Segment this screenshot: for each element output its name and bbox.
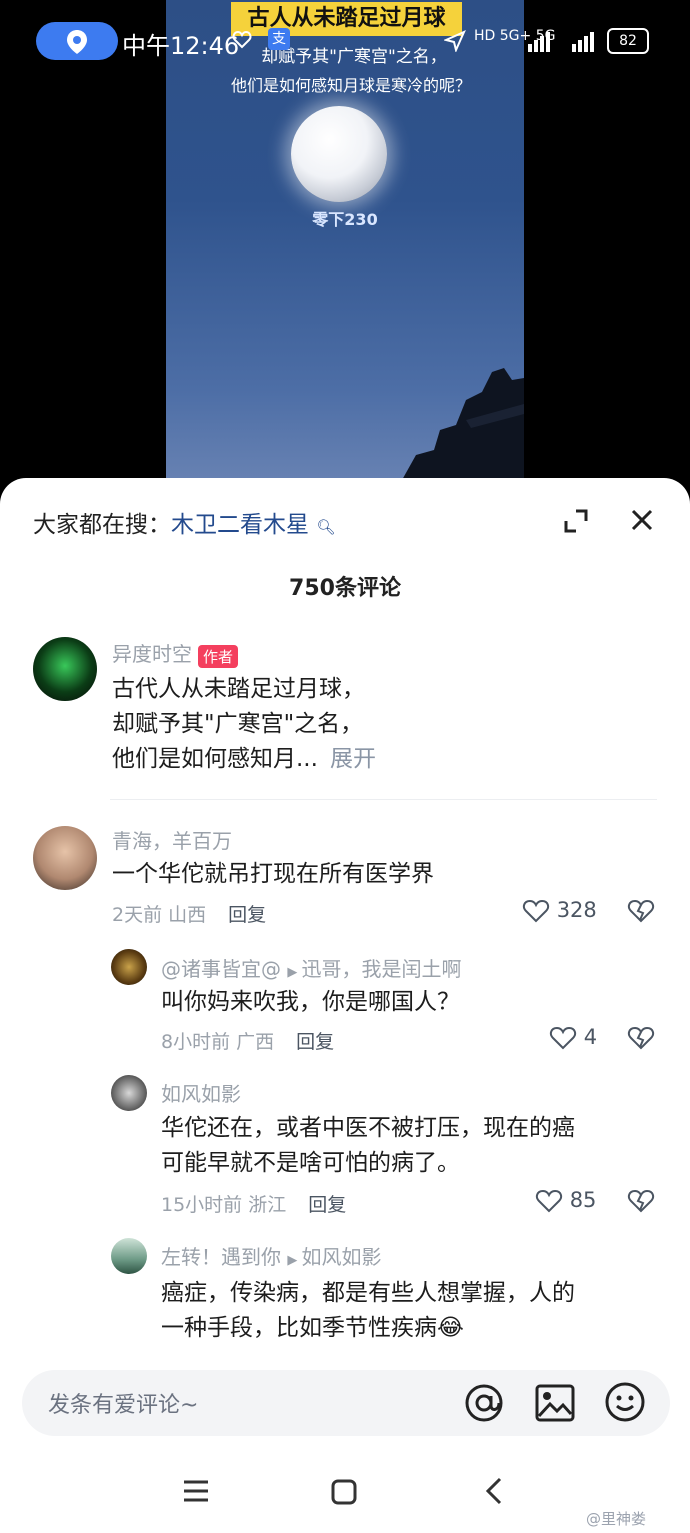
search-icon: 🔍︎ — [316, 518, 336, 536]
reply-line: 可能早就不是啥可怕的病了。 — [161, 1150, 460, 1176]
status-time: 中午12:46 — [122, 32, 240, 60]
comment-username[interactable]: 青海，羊百万 — [112, 825, 232, 854]
avatar[interactable] — [111, 1075, 147, 1111]
fullscreen-icon[interactable] — [563, 508, 589, 534]
comment-line: 古代人从未踏足过月球， — [112, 676, 365, 702]
broken-heart-icon — [627, 1026, 655, 1050]
avatar[interactable] — [111, 1238, 147, 1274]
like-count: 85 — [569, 1188, 597, 1212]
reply-text: 华佗还在，或者中医不被打压，现在的癌 可能早就不是啥可怕的病了。 — [161, 1111, 661, 1181]
dislike-button[interactable] — [626, 1025, 656, 1055]
send-status-icon — [442, 30, 466, 56]
comment-line: 却赋予其"广寒宫"之名， — [112, 711, 364, 737]
avatar[interactable] — [33, 637, 97, 701]
video-subtitle-2: 他们是如何感知月球是寒冷的呢？ — [230, 76, 471, 95]
video-headline: 古人从未踏足过月球 — [231, 2, 462, 36]
reply-text: 癌症，传染病，都是有些人想掌握，人的 一种手段，比如季节性疾病😂 — [161, 1276, 661, 1346]
reply-time-location: 15小时前 浙江 — [161, 1194, 287, 1216]
dislike-button[interactable] — [626, 898, 656, 928]
reply-username[interactable]: @诸事皆宜@ — [161, 957, 281, 981]
heart-icon — [549, 1026, 577, 1050]
like-button[interactable]: 4 — [549, 1025, 597, 1051]
reply-header: @诸事皆宜@ ▶ 迅哥，我是闰土啊 — [161, 953, 462, 982]
image-icon[interactable] — [535, 1384, 575, 1426]
reply-button[interactable]: 回复 — [308, 1194, 346, 1216]
moon-image — [291, 106, 387, 202]
expand-link[interactable]: 展开 — [330, 746, 376, 772]
comment-input-placeholder: 发条有爱评论~ — [48, 1393, 199, 1418]
close-icon[interactable] — [628, 506, 656, 534]
like-button[interactable]: 85 — [535, 1188, 596, 1214]
trending-search-term[interactable]: 木卫二看木星 — [171, 512, 309, 538]
comment-text: 一个华佗就吊打现在所有医学界 — [112, 861, 434, 887]
trending-search[interactable]: 大家都在搜：木卫二看木星 🔍︎ — [33, 505, 335, 539]
reply-time-location: 8小时前 广西 — [161, 1031, 275, 1053]
reply-arrow-icon: ▶ — [287, 1253, 302, 1268]
reply-button[interactable]: 回复 — [296, 1031, 334, 1053]
reply-to-username[interactable]: 迅哥，我是闰土啊 — [302, 957, 462, 981]
avatar[interactable] — [111, 949, 147, 985]
reply-arrow-icon: ▶ — [287, 965, 302, 980]
comment-meta: 2天前 山西 回复 — [112, 900, 266, 927]
author-badge: 作者 — [198, 645, 239, 668]
dislike-button[interactable] — [626, 1188, 656, 1218]
reply-username[interactable]: 左转！遇到你 — [161, 1245, 281, 1269]
location-pill[interactable] — [36, 22, 118, 60]
comment-line: 他们是如何感知月... — [112, 746, 318, 772]
avatar[interactable] — [33, 826, 97, 890]
comment-count: 750条评论 — [289, 576, 401, 601]
reply-line: 癌症，传染病，都是有些人想掌握，人的 — [161, 1280, 575, 1306]
broken-heart-icon — [627, 899, 655, 923]
back-icon[interactable] — [484, 1476, 504, 1510]
emoji-icon[interactable] — [604, 1381, 646, 1427]
trending-search-prefix: 大家都在搜： — [33, 512, 171, 538]
reply-line: 一种手段，比如季节性疾病😂 — [161, 1315, 464, 1341]
alipay-icon: 支 — [268, 28, 290, 50]
like-count: 328 — [556, 898, 597, 922]
comment-header: 异度时空 作者 — [112, 638, 239, 668]
signal-icon — [528, 32, 598, 56]
reply-text: 叫你妈来吹我，你是哪国人？ — [161, 989, 460, 1015]
moon-temperature-label: 零下230 — [312, 210, 378, 229]
mention-icon[interactable] — [463, 1382, 505, 1428]
reply-line: 华佗还在，或者中医不被打压，现在的癌 — [161, 1115, 575, 1141]
broken-heart-icon — [627, 1189, 655, 1213]
reply-meta: 15小时前 浙江 回复 — [161, 1190, 346, 1217]
comment-username[interactable]: 异度时空 — [112, 642, 192, 666]
like-button[interactable]: 328 — [522, 898, 597, 924]
reply-header: 左转！遇到你 ▶ 如风如影 — [161, 1241, 382, 1270]
menu-icon[interactable] — [182, 1478, 210, 1508]
location-pin-icon — [67, 30, 87, 54]
comment-time-location: 2天前 山西 — [112, 904, 207, 926]
reply-username[interactable]: 如风如影 — [161, 1078, 241, 1107]
like-count: 4 — [583, 1025, 598, 1049]
comment-text: 古代人从未踏足过月球， 却赋予其"广寒宫"之名， 他们是如何感知月... 展开 — [112, 672, 652, 777]
heart-status-icon — [232, 30, 252, 54]
watermark: @里神娄 — [586, 1510, 647, 1528]
home-icon[interactable] — [330, 1478, 358, 1510]
reply-meta: 8小时前 广西 回复 — [161, 1027, 334, 1054]
heart-icon — [535, 1189, 563, 1213]
heart-icon — [522, 899, 550, 923]
battery-indicator: 82 — [607, 28, 649, 54]
reply-button[interactable]: 回复 — [228, 904, 266, 926]
divider — [110, 799, 657, 800]
reply-to-username[interactable]: 如风如影 — [302, 1245, 382, 1269]
